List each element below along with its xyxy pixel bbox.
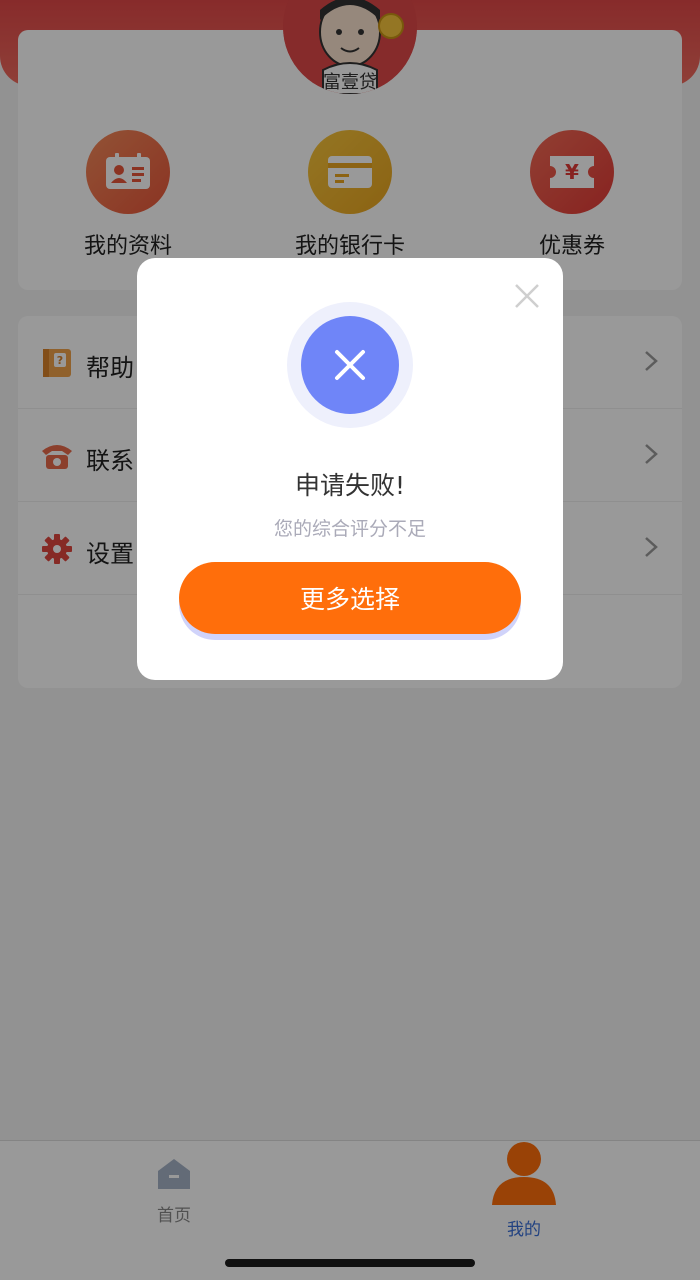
home-indicator	[225, 1259, 475, 1267]
dialog-subtitle: 您的综合评分不足	[273, 518, 426, 540]
dialog-title: 申请失败!	[294, 471, 406, 500]
fail-x-icon	[301, 316, 399, 414]
more-options-button[interactable]: 更多选择	[179, 562, 521, 634]
failure-dialog: 申请失败! 您的综合评分不足 更多选择	[137, 258, 563, 680]
close-icon[interactable]	[513, 282, 541, 310]
